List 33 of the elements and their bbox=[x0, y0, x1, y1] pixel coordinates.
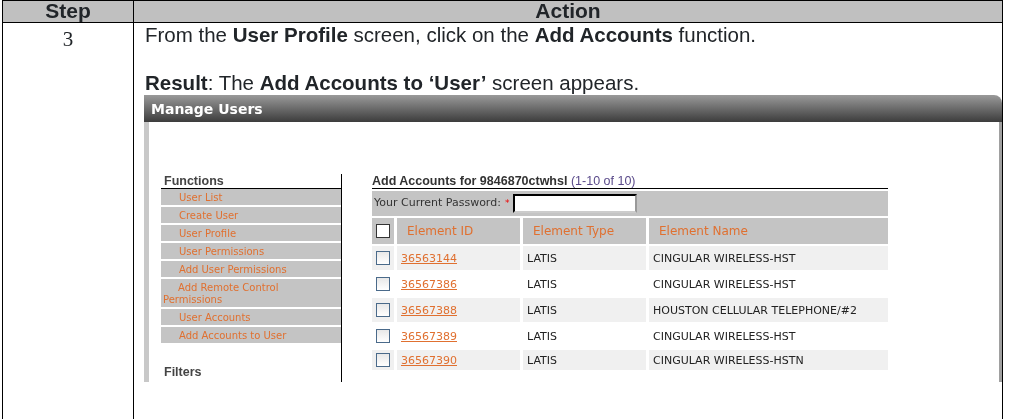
element-id-link[interactable]: 36567386 bbox=[401, 277, 457, 291]
step-number: 3 bbox=[61, 26, 75, 53]
sidebar-item[interactable]: User List bbox=[161, 189, 341, 207]
table-cell: CINGULAR WIRELESS-HSTN bbox=[649, 350, 888, 370]
column-header[interactable]: Element Name bbox=[649, 218, 888, 244]
table-cell: HOUSTON CELLULAR TELEPHONE/#2 bbox=[649, 298, 888, 322]
column-header[interactable]: Element ID bbox=[397, 218, 520, 244]
required-mark: * bbox=[504, 196, 510, 210]
instruction-text: From the User Profile screen, click on the Add Accounts function. bbox=[144, 23, 758, 47]
element-id-link[interactable]: 36567389 bbox=[401, 329, 457, 343]
password-label: Your Current Password: bbox=[374, 195, 501, 212]
table-cell-text: LATIS bbox=[526, 276, 558, 293]
accounts-heading: Add Accounts for 9846870ctwhsl (1-10 of 10) bbox=[372, 174, 888, 189]
column-header: Step bbox=[2, 0, 134, 23]
table-cell-text: LATIS bbox=[526, 328, 558, 345]
sidebar-item[interactable]: Create User bbox=[161, 207, 341, 225]
table-cell-text: CINGULAR WIRELESS-HST bbox=[652, 276, 797, 293]
sidebar-item[interactable]: Add Accounts to User bbox=[161, 327, 341, 345]
table-cell-text: CINGULAR WIRELESS-HST bbox=[652, 328, 797, 345]
sidebar-item[interactable]: User Permissions bbox=[161, 243, 341, 261]
sidebar-item[interactable]: Add User Permissions bbox=[161, 261, 341, 279]
sidebar-item[interactable]: Add Remote Control Permissions bbox=[161, 279, 341, 309]
table-cell: LATIS bbox=[523, 246, 646, 270]
sidebar-item[interactable]: User Profile bbox=[161, 225, 341, 243]
column-header: Action bbox=[133, 0, 1003, 23]
table-cell: CINGULAR WIRELESS-HST bbox=[649, 246, 888, 270]
table-cell: LATIS bbox=[523, 298, 646, 322]
table-cell: LATIS bbox=[523, 350, 646, 370]
result-text: Result: The Add Accounts to ‘User’ screen appears. bbox=[144, 71, 641, 95]
window-title: Manage Users bbox=[144, 95, 1002, 122]
sidebar-item[interactable]: User Accounts bbox=[161, 309, 341, 327]
sidebar-heading: Filters bbox=[163, 364, 203, 381]
column-header[interactable]: Element Type bbox=[523, 218, 646, 244]
